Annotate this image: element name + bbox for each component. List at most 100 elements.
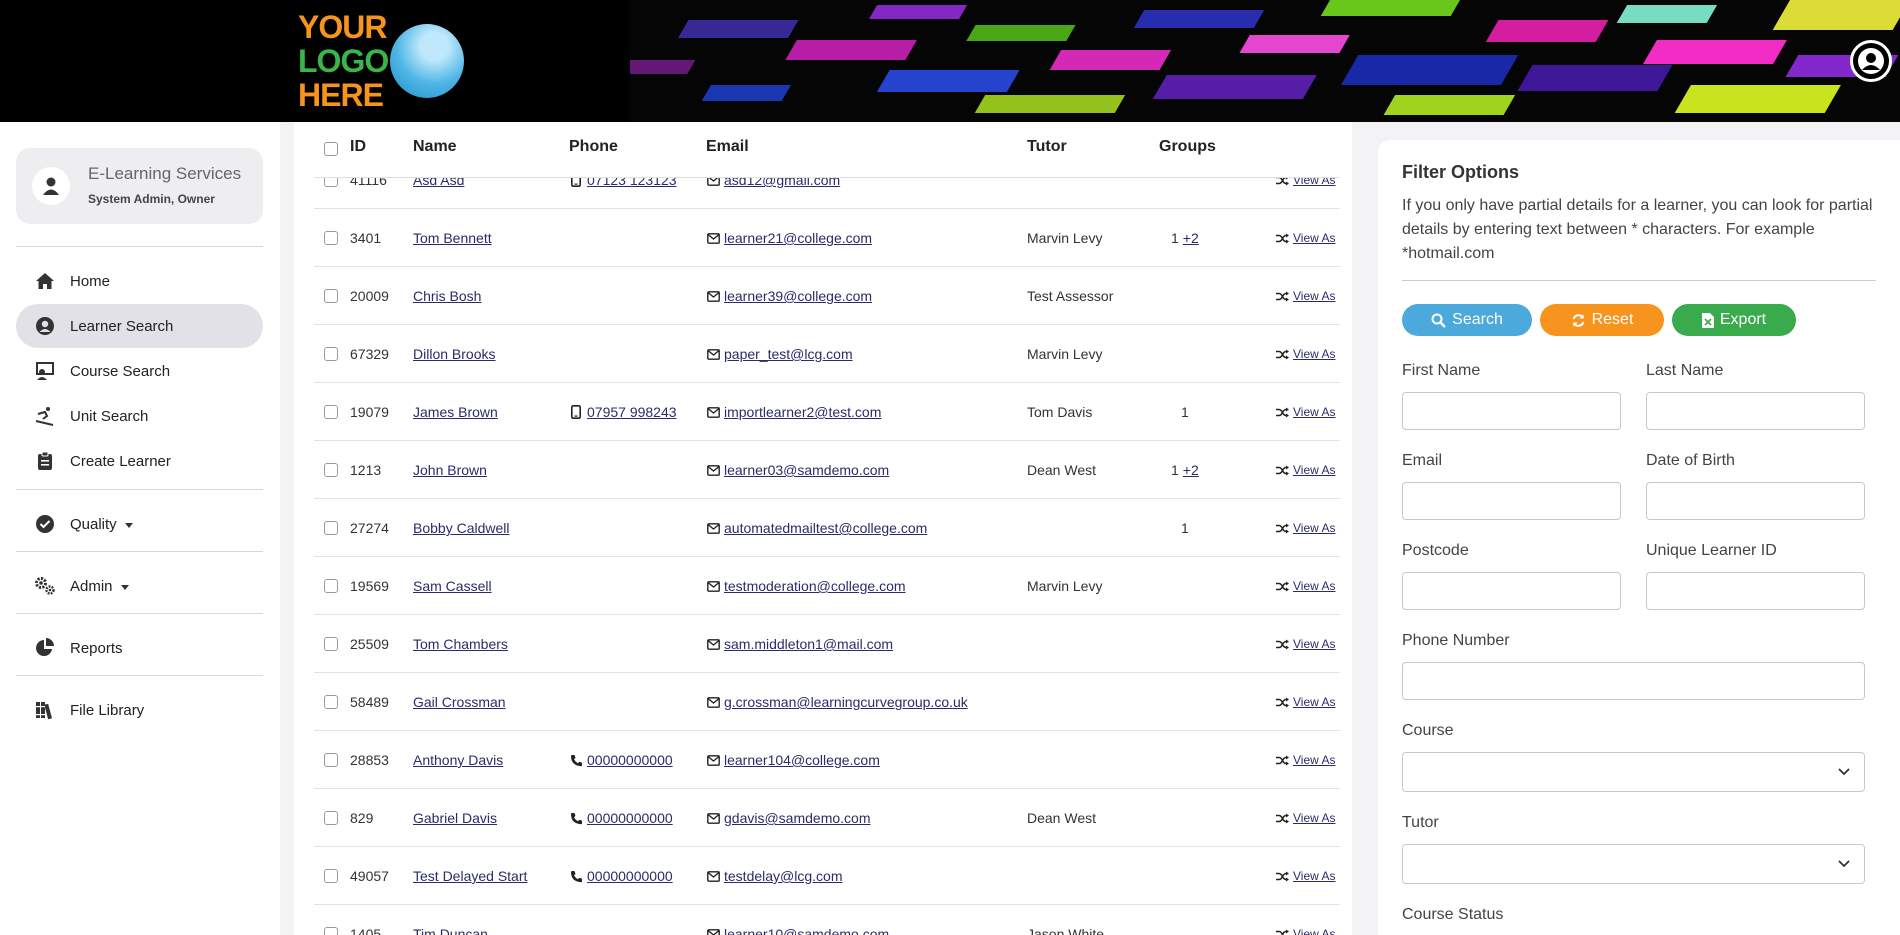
- view-as-link[interactable]: View As: [1293, 463, 1335, 477]
- sidebar-item-file-library[interactable]: File Library: [16, 688, 263, 732]
- learner-name-link[interactable]: Sam Cassell: [413, 578, 492, 594]
- sidebar-item-quality[interactable]: Quality: [16, 502, 263, 546]
- row-checkbox[interactable]: [324, 521, 338, 535]
- view-as-link[interactable]: View As: [1293, 753, 1335, 767]
- email-input[interactable]: [1402, 482, 1621, 520]
- learner-name-link[interactable]: John Brown: [413, 462, 487, 478]
- row-checkbox[interactable]: [324, 405, 338, 419]
- table-row[interactable]: 28853 Anthony Davis 00000000000 learner104@…: [314, 731, 1340, 789]
- table-row[interactable]: 829 Gabriel Davis 00000000000 gdavis@samdem…: [314, 789, 1340, 847]
- export-button[interactable]: Export: [1672, 304, 1796, 336]
- email-link[interactable]: gdavis@samdemo.com: [724, 810, 871, 826]
- unique-learner-id-input[interactable]: [1646, 572, 1865, 610]
- view-as-link[interactable]: View As: [1293, 347, 1335, 361]
- email-link[interactable]: paper_test@lcg.com: [724, 346, 853, 362]
- table-row[interactable]: 19079 James Brown 07957 998243 importlearne…: [314, 383, 1340, 441]
- table-row[interactable]: 67329 Dillon Brooks paper_test@lcg.com Marv…: [314, 325, 1340, 383]
- email-link[interactable]: sam.middleton1@mail.com: [724, 636, 893, 652]
- column-header-phone[interactable]: Phone: [569, 138, 618, 156]
- column-header-tutor[interactable]: Tutor: [1027, 138, 1067, 156]
- view-as-link[interactable]: View As: [1293, 579, 1335, 593]
- column-header-email[interactable]: Email: [706, 138, 749, 156]
- company-logo[interactable]: YOUR LOGO HERE: [298, 10, 468, 112]
- learner-name-link[interactable]: Bobby Caldwell: [413, 520, 510, 536]
- row-checkbox[interactable]: [324, 463, 338, 477]
- table-row[interactable]: 25509 Tom Chambers sam.middleton1@mail.com…: [314, 615, 1340, 673]
- learner-name-link[interactable]: Tom Chambers: [413, 636, 508, 652]
- more-groups-link[interactable]: +2: [1183, 230, 1199, 246]
- view-as-link[interactable]: View As: [1293, 811, 1335, 825]
- row-checkbox[interactable]: [324, 637, 338, 651]
- view-as-link[interactable]: View As: [1293, 637, 1335, 651]
- learner-name-link[interactable]: Dillon Brooks: [413, 346, 495, 362]
- date-of-birth-input[interactable]: [1646, 482, 1865, 520]
- view-as-link[interactable]: View As: [1293, 231, 1335, 245]
- phone-link[interactable]: 07957 998243: [587, 404, 677, 420]
- sidebar-item-home[interactable]: Home: [16, 259, 263, 303]
- sidebar-item-unit-search[interactable]: Unit Search: [16, 394, 263, 438]
- table-row[interactable]: 27274 Bobby Caldwell automatedmailtest@col…: [314, 499, 1340, 557]
- email-link[interactable]: learner39@college.com: [724, 288, 872, 304]
- sidebar-item-course-search[interactable]: Course Search: [16, 349, 263, 393]
- learner-name-link[interactable]: Gabriel Davis: [413, 810, 497, 826]
- email-link[interactable]: testdelay@lcg.com: [724, 868, 842, 884]
- search-button[interactable]: Search: [1402, 304, 1532, 336]
- row-checkbox[interactable]: [324, 753, 338, 767]
- email-link[interactable]: g.crossman@learningcurvegroup.co.uk: [724, 694, 968, 710]
- column-header-name[interactable]: Name: [413, 138, 457, 156]
- view-as-link[interactable]: View As: [1293, 405, 1335, 419]
- table-row[interactable]: 1405 Tim Duncan learner10@samdemo.com Jason…: [314, 905, 1340, 935]
- column-header-groups[interactable]: Groups: [1159, 138, 1216, 156]
- email-link[interactable]: learner104@college.com: [724, 752, 880, 768]
- email-link[interactable]: testmoderation@college.com: [724, 578, 906, 594]
- more-groups-link[interactable]: +2: [1183, 462, 1199, 478]
- phone-link[interactable]: 00000000000: [587, 868, 673, 884]
- email-link[interactable]: learner10@samdemo.com: [724, 926, 889, 935]
- view-as-link[interactable]: View As: [1293, 869, 1335, 883]
- table-row[interactable]: 3401 Tom Bennett learner21@college.com Marv…: [314, 209, 1340, 267]
- first-name-input[interactable]: [1402, 392, 1621, 430]
- phone-link[interactable]: 00000000000: [587, 810, 673, 826]
- row-checkbox[interactable]: [324, 347, 338, 361]
- sidebar-item-reports[interactable]: Reports: [16, 626, 263, 670]
- learner-name-link[interactable]: Gail Crossman: [413, 694, 506, 710]
- learner-name-link[interactable]: Tim Duncan: [413, 926, 488, 935]
- learner-name-link[interactable]: Anthony Davis: [413, 752, 503, 768]
- row-checkbox[interactable]: [324, 927, 338, 935]
- phone-number-input[interactable]: [1402, 662, 1865, 700]
- view-as-link[interactable]: View As: [1293, 695, 1335, 709]
- row-checkbox[interactable]: [324, 869, 338, 883]
- learner-name-link[interactable]: Test Delayed Start: [413, 868, 527, 884]
- row-checkbox[interactable]: [324, 695, 338, 709]
- row-checkbox[interactable]: [324, 231, 338, 245]
- select-all-checkbox[interactable]: [324, 142, 338, 156]
- table-row[interactable]: 20009 Chris Bosh learner39@college.com Test…: [314, 267, 1340, 325]
- table-row[interactable]: 58489 Gail Crossman g.crossman@learningcur…: [314, 673, 1340, 731]
- tutor-select[interactable]: [1402, 844, 1865, 884]
- row-checkbox[interactable]: [324, 579, 338, 593]
- course-select[interactable]: [1402, 752, 1865, 792]
- postcode-input[interactable]: [1402, 572, 1621, 610]
- learner-name-link[interactable]: Chris Bosh: [413, 288, 481, 304]
- row-checkbox[interactable]: [324, 811, 338, 825]
- sidebar-item-create-learner[interactable]: Create Learner: [16, 439, 263, 483]
- phone-link[interactable]: 00000000000: [587, 752, 673, 768]
- view-as-link[interactable]: View As: [1293, 289, 1335, 303]
- last-name-input[interactable]: [1646, 392, 1865, 430]
- email-link[interactable]: importlearner2@test.com: [724, 404, 881, 420]
- table-row[interactable]: 19569 Sam Cassell testmoderation@college.c…: [314, 557, 1340, 615]
- sidebar-item-admin[interactable]: Admin: [16, 564, 263, 608]
- view-as-link[interactable]: View As: [1293, 521, 1335, 535]
- column-header-id[interactable]: ID: [350, 138, 366, 156]
- row-checkbox[interactable]: [324, 289, 338, 303]
- learner-name-link[interactable]: Tom Bennett: [413, 230, 492, 246]
- email-link[interactable]: learner21@college.com: [724, 230, 872, 246]
- sidebar-item-learner-search[interactable]: Learner Search: [16, 304, 263, 348]
- learner-name-link[interactable]: James Brown: [413, 404, 498, 420]
- table-row[interactable]: 1213 John Brown learner03@samdemo.com Dean …: [314, 441, 1340, 499]
- user-menu-button[interactable]: [1850, 40, 1892, 82]
- table-row[interactable]: 49057 Test Delayed Start 00000000000 testde…: [314, 847, 1340, 905]
- reset-button[interactable]: Reset: [1540, 304, 1664, 336]
- email-link[interactable]: learner03@samdemo.com: [724, 462, 889, 478]
- email-link[interactable]: automatedmailtest@college.com: [724, 520, 927, 536]
